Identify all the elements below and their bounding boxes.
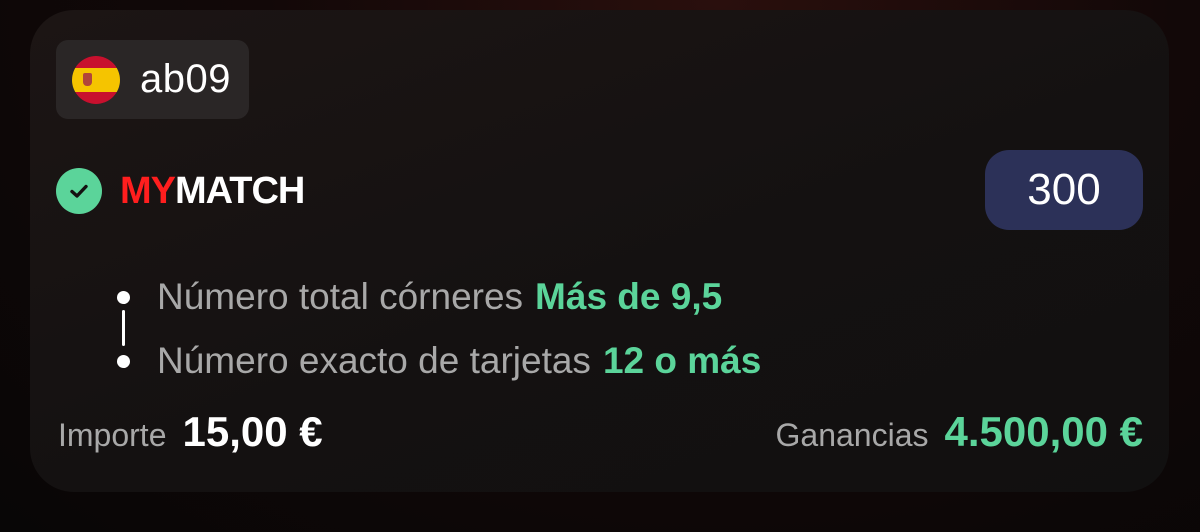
selection-item: Número exacto de tarjetas 12 o más (110, 329, 761, 393)
mymatch-logo: MYMATCH (120, 169, 305, 213)
selections-list: Número total córneres Más de 9,5 Número e… (110, 265, 761, 393)
stake-value: 15,00 € (182, 408, 323, 455)
winnings-label: Ganancias (775, 417, 929, 453)
spain-flag-icon (72, 55, 120, 104)
odds-badge: 300 (985, 150, 1143, 230)
bullet-dot (117, 355, 130, 368)
stake-label: Importe (58, 417, 167, 453)
brand-my: MY (120, 169, 176, 212)
user-chip[interactable]: ab09 (56, 40, 249, 119)
selection-pick: 12 o más (602, 340, 762, 381)
winnings-section: Ganancias 4.500,00 € (776, 408, 1144, 456)
check-circle-icon (56, 168, 102, 214)
brand-match: MATCH (175, 169, 305, 212)
selection-market: Número exacto de tarjetas (157, 340, 591, 381)
selection-pick: Más de 9,5 (535, 276, 723, 317)
username: ab09 (140, 57, 231, 101)
bet-card[interactable]: ab09 MYMATCH 300 Número total córneres Má… (30, 10, 1169, 492)
stake-section: Importe 15,00 € (58, 408, 323, 456)
bullet-dot (117, 291, 130, 304)
bet-type-row: MYMATCH (56, 168, 305, 214)
winnings-value: 4.500,00 € (944, 408, 1143, 455)
selection-market: Número total córneres (157, 276, 524, 317)
selection-item: Número total córneres Más de 9,5 (110, 265, 761, 329)
